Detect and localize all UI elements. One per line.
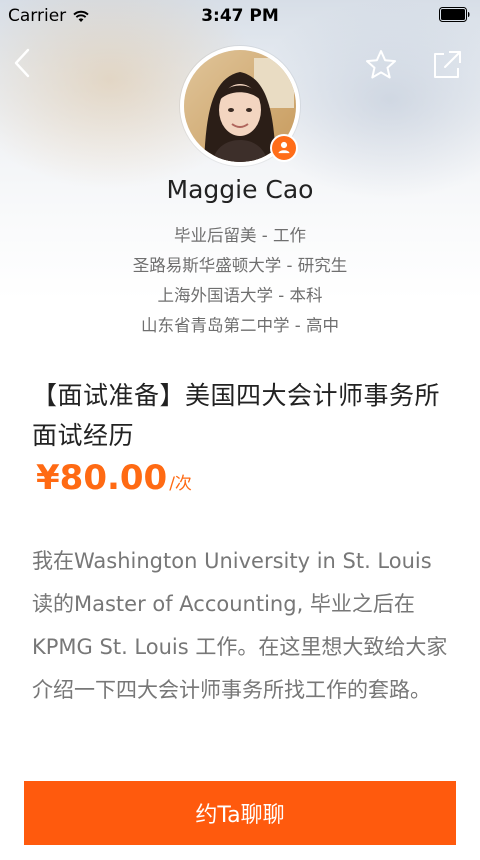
price-unit: /次	[169, 474, 192, 494]
education-item: 圣路易斯华盛顿大学 - 研究生	[132, 256, 348, 275]
person-badge-icon	[270, 134, 298, 162]
education-list: 毕业后留美 - 工作 圣路易斯华盛顿大学 - 研究生 上海外国语大学 - 本科 …	[0, 221, 480, 341]
education-item: 山东省青岛第二中学 - 高中	[141, 316, 339, 335]
service-title: 【面试准备】美国四大会计师事务所面试经历	[32, 381, 441, 450]
profile-name: Maggie Cao	[166, 175, 314, 204]
service-description: 我在Washington University in St. Louis 读的M…	[32, 549, 448, 702]
star-outline-icon[interactable]	[364, 48, 398, 82]
battery-icon	[439, 7, 470, 22]
education-item: 毕业后留美 - 工作	[174, 226, 306, 245]
share-external-icon[interactable]	[430, 48, 464, 82]
education-item: 上海外国语大学 - 本科	[157, 286, 323, 305]
avatar-container[interactable]	[180, 46, 300, 166]
clock: 3:47 PM	[201, 6, 279, 26]
price-value: ¥80.00	[36, 458, 168, 498]
price: ¥80.00 /次	[36, 458, 192, 498]
contact-button[interactable]: 约Ta聊聊	[24, 781, 456, 845]
status-bar: Carrier 3:47 PM	[0, 0, 480, 32]
chevron-left-icon[interactable]	[10, 46, 36, 80]
